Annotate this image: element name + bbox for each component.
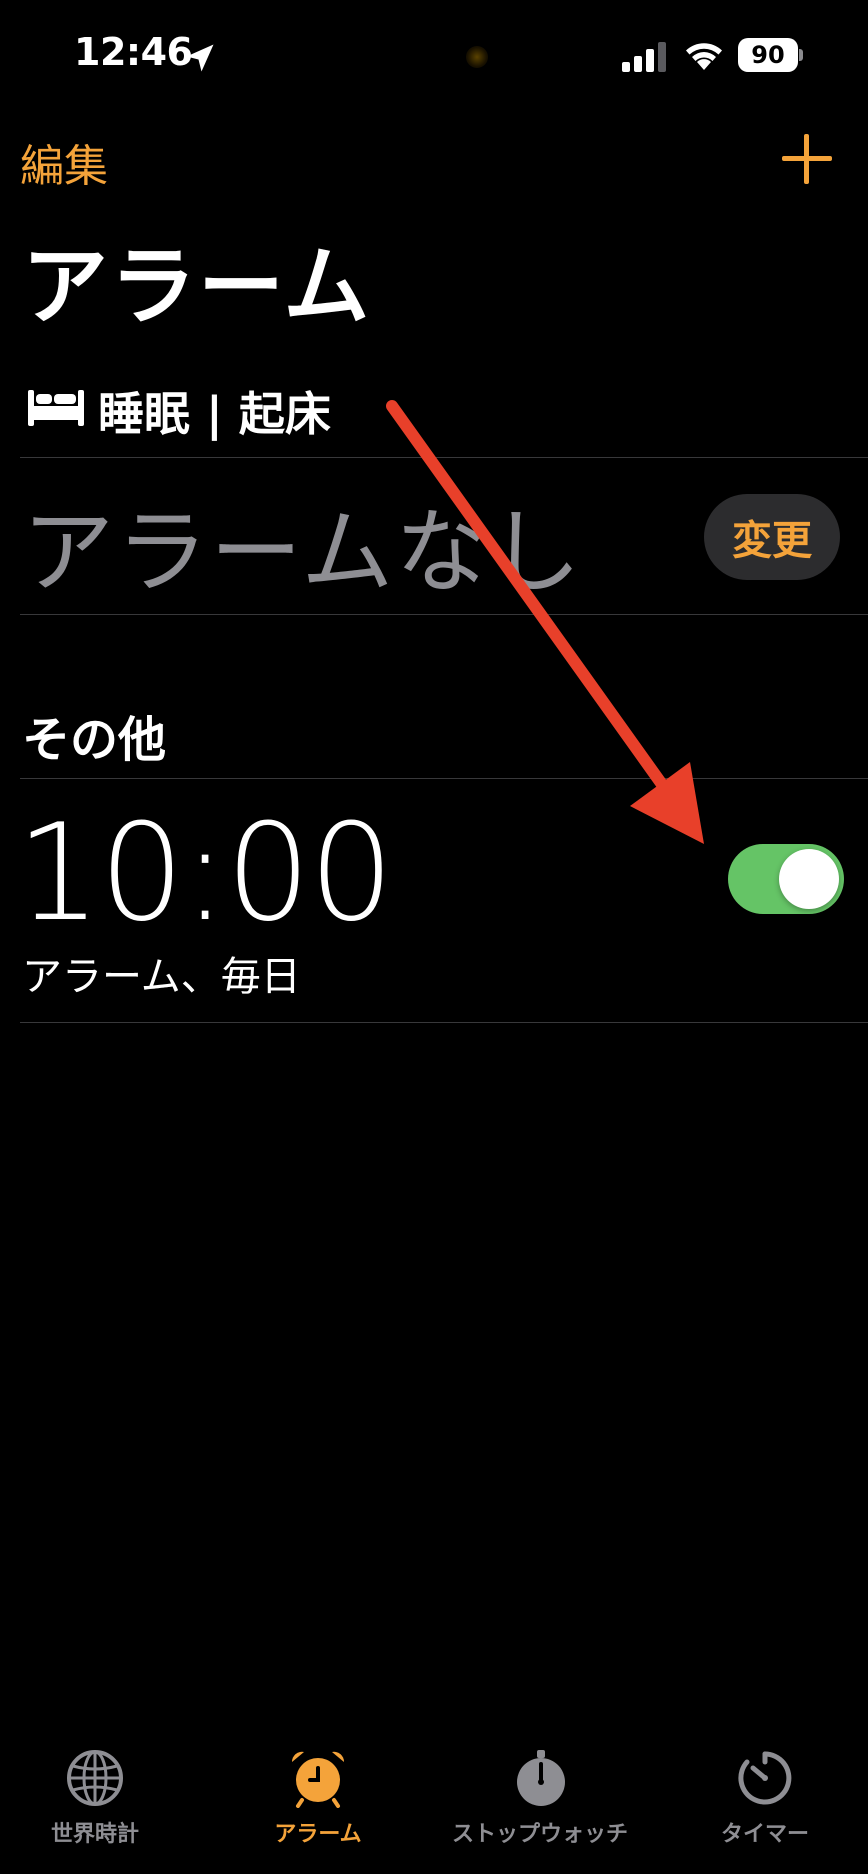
battery-indicator: 90: [738, 38, 798, 72]
sleep-wake-header: 睡眠 | 起床: [98, 387, 331, 441]
alarm-toggle[interactable]: [728, 844, 844, 914]
tab-alarm[interactable]: アラーム: [258, 1816, 378, 1848]
divider: [20, 457, 868, 458]
alarm-label: アラーム、毎日: [22, 954, 301, 1000]
battery-nub: [799, 49, 803, 61]
alarm-time[interactable]: 10:00: [16, 799, 394, 947]
tab-world-clock[interactable]: 世界時計: [35, 1816, 155, 1848]
tab-timer[interactable]: タイマー: [705, 1816, 825, 1848]
stopwatch-icon[interactable]: [511, 1748, 571, 1808]
alarm-clock-icon[interactable]: [288, 1748, 348, 1808]
location-arrow-icon: [186, 44, 214, 72]
other-section-header: その他: [22, 712, 167, 768]
divider: [20, 778, 868, 779]
plus-icon[interactable]: [778, 130, 836, 188]
globe-icon[interactable]: [65, 1748, 125, 1808]
divider: [20, 614, 868, 615]
no-alarm-label: アラームなし: [22, 499, 584, 606]
tab-stopwatch[interactable]: ストップウォッチ: [440, 1816, 640, 1848]
timer-icon[interactable]: [735, 1748, 795, 1808]
divider: [20, 1022, 868, 1023]
page-title: アラーム: [22, 237, 372, 337]
wifi-icon: [686, 43, 722, 70]
status-time: 12:46: [74, 30, 193, 74]
change-button[interactable]: 変更: [704, 494, 840, 580]
cellular-signal-icon: [622, 42, 666, 72]
camera-indicator: [466, 46, 488, 68]
edit-button[interactable]: 編集: [20, 130, 108, 194]
bed-icon: [28, 390, 84, 426]
toggle-knob: [779, 849, 839, 909]
